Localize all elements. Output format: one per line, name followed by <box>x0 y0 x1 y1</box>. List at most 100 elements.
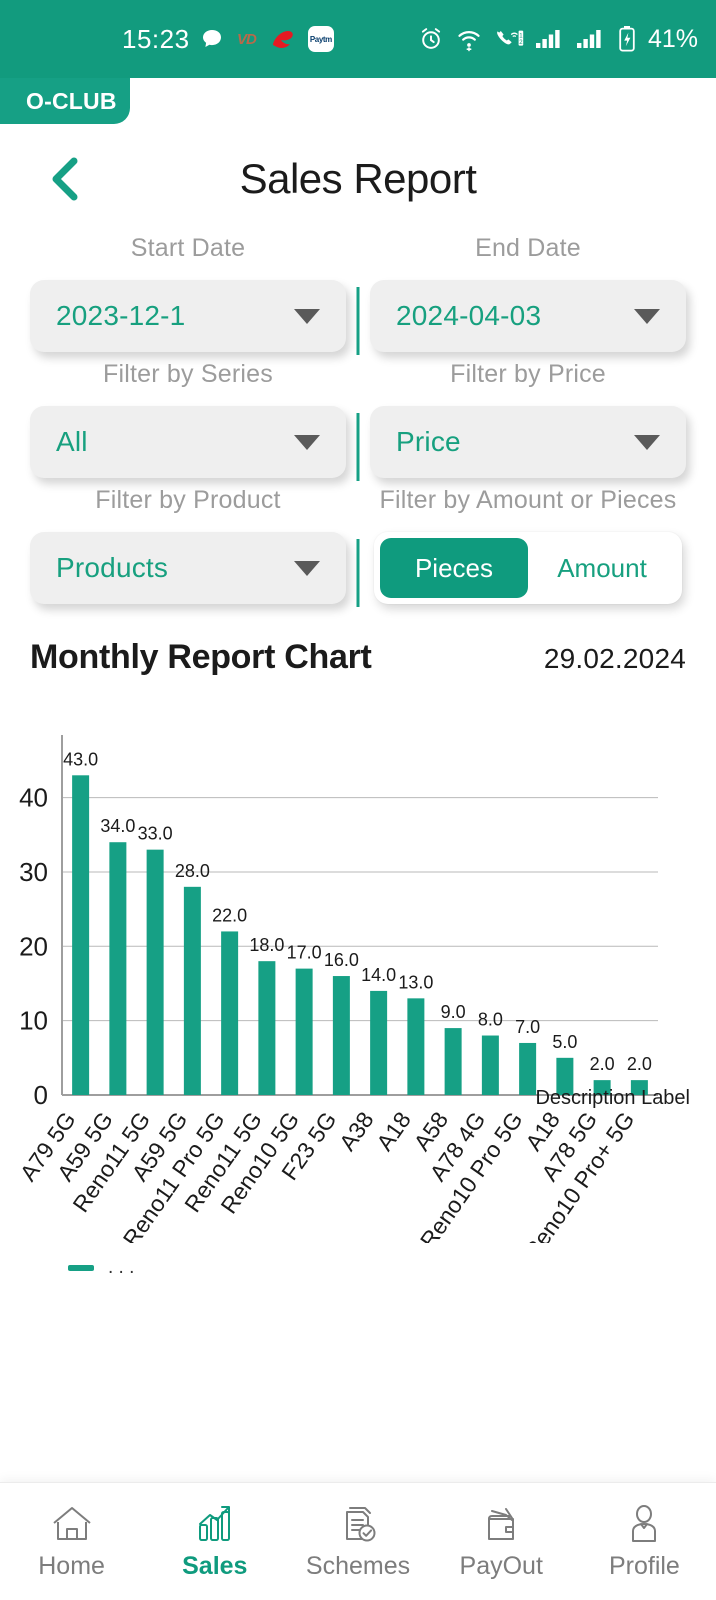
chat-bubble-icon <box>200 27 224 51</box>
svg-text:34.0: 34.0 <box>100 816 135 836</box>
svg-text:2.0: 2.0 <box>590 1054 615 1074</box>
status-bar-clock: 15:23 <box>122 23 190 54</box>
bottom-navigation: Home Sales Schemes PayOut Profile <box>0 1482 716 1600</box>
chevron-left-icon <box>44 151 88 207</box>
svg-text:17.0: 17.0 <box>287 943 322 963</box>
filter-row-product-toggle: Filter by Product Products Filter by Amo… <box>18 486 698 607</box>
back-button[interactable] <box>42 151 90 207</box>
home-icon <box>50 1503 94 1545</box>
chart-title: Monthly Report Chart <box>30 638 372 676</box>
tab-oclub[interactable]: O-CLUB <box>0 78 130 124</box>
battery-percentage: 41% <box>647 24 698 53</box>
start-date-value: 2023-12-1 <box>56 300 186 331</box>
page-title: Sales Report <box>239 155 477 202</box>
svg-text:13.0: 13.0 <box>398 972 433 992</box>
status-bar: 15:23 VD Paytm 1 2 41% <box>0 0 716 78</box>
signal-sim1-icon <box>535 27 565 51</box>
filter-end-date: End Date 2024-04-03 <box>358 234 698 352</box>
filter-price: Filter by Price Price <box>358 360 698 478</box>
legend-label: . . . <box>108 1259 135 1277</box>
filter-product: Filter by Product Products <box>18 486 358 604</box>
alarm-icon <box>418 26 444 52</box>
svg-text:20: 20 <box>19 931 48 961</box>
svg-text:43.0: 43.0 <box>63 749 98 769</box>
svg-text:22.0: 22.0 <box>212 905 247 925</box>
series-value: All <box>56 426 88 457</box>
amount-or-pieces-label: Filter by Amount or Pieces <box>379 486 677 514</box>
legend-swatch <box>68 1265 94 1271</box>
svg-text:7.0: 7.0 <box>515 1017 540 1037</box>
chart-heading-row: Monthly Report Chart 29.02.2024 <box>0 612 716 677</box>
nav-label-home: Home <box>38 1551 105 1580</box>
svg-text:2.0: 2.0 <box>627 1054 652 1074</box>
end-date-dropdown[interactable]: 2024-04-03 <box>370 280 686 352</box>
wifi-icon <box>455 26 483 52</box>
filter-amount-or-pieces: Filter by Amount or Pieces Pieces Amount <box>358 486 698 604</box>
nav-item-home[interactable]: Home <box>0 1503 143 1581</box>
vd-app-icon: VD <box>237 30 257 48</box>
price-dropdown[interactable]: Price <box>370 406 686 478</box>
amount-pieces-toggle: Pieces Amount <box>374 532 682 604</box>
document-check-icon <box>336 1503 380 1545</box>
filter-row-series-price: Filter by Series All Filter by Price Pri… <box>18 360 698 481</box>
nav-label-sales: Sales <box>182 1551 248 1580</box>
svg-text:40: 40 <box>19 783 48 813</box>
product-value: Products <box>56 552 169 583</box>
end-date-label: End Date <box>475 234 581 262</box>
chart-legend: . . . <box>68 1259 134 1277</box>
price-value: Price <box>396 426 461 457</box>
filter-series: Filter by Series All <box>18 360 358 478</box>
status-bar-system-icons: 1 2 41% <box>418 25 698 54</box>
nav-label-schemes: Schemes <box>305 1551 411 1580</box>
airtel-icon <box>269 27 295 51</box>
bar-chart-up-icon <box>193 1503 237 1545</box>
series-dropdown[interactable]: All <box>30 406 346 478</box>
chevron-down-icon <box>634 434 660 450</box>
product-dropdown[interactable]: Products <box>30 532 346 604</box>
chart-annotation: Description Label <box>535 1087 690 1109</box>
paytm-icon: Paytm <box>307 26 334 52</box>
product-label: Filter by Product <box>95 486 281 514</box>
chevron-down-icon <box>634 308 660 324</box>
chevron-down-icon <box>294 560 320 576</box>
battery-charging-icon <box>617 25 637 53</box>
price-label: Filter by Price <box>450 360 606 388</box>
svg-text:8.0: 8.0 <box>478 1010 503 1030</box>
series-label: Filter by Series <box>103 360 273 388</box>
person-icon <box>622 1503 666 1545</box>
svg-text:A18: A18 <box>371 1107 416 1155</box>
vowifi-call-icon: 1 2 <box>494 26 524 52</box>
nav-item-payout[interactable]: PayOut <box>430 1503 573 1581</box>
toggle-option-amount[interactable]: Amount <box>528 538 676 598</box>
svg-text:30: 30 <box>19 857 48 887</box>
nav-item-profile[interactable]: Profile <box>573 1503 716 1581</box>
svg-text:16.0: 16.0 <box>324 950 359 970</box>
page-header: Sales Report <box>0 124 716 234</box>
svg-text:5.0: 5.0 <box>552 1032 577 1052</box>
svg-text:0: 0 <box>34 1080 48 1110</box>
nav-label-profile: Profile <box>608 1551 680 1580</box>
svg-text:10: 10 <box>19 1006 48 1036</box>
wallet-icon <box>479 1503 523 1545</box>
toggle-option-pieces[interactable]: Pieces <box>380 538 528 598</box>
sales-bar-chart[interactable]: 0 10 20 30 40 43.0 A79 5G 34.0 A59 5G 33.0 Reno11 … <box>0 723 716 1283</box>
chevron-down-icon <box>294 434 320 450</box>
chevron-down-icon <box>294 308 320 324</box>
row-divider <box>356 287 360 355</box>
nav-label-payout: PayOut <box>459 1551 543 1580</box>
filter-row-dates: Start Date 2023-12-1 End Date 2024-04-03 <box>18 234 698 355</box>
nav-item-sales[interactable]: Sales <box>143 1503 286 1581</box>
svg-text:A38: A38 <box>334 1107 379 1155</box>
start-date-dropdown[interactable]: 2023-12-1 <box>30 280 346 352</box>
end-date-value: 2024-04-03 <box>396 300 542 331</box>
row-divider <box>356 539 360 607</box>
nav-item-schemes[interactable]: Schemes <box>286 1503 429 1581</box>
filters-section: Start Date 2023-12-1 End Date 2024-04-03… <box>0 234 716 607</box>
filter-start-date: Start Date 2023-12-1 <box>18 234 358 352</box>
svg-text:28.0: 28.0 <box>175 861 210 881</box>
svg-text:18.0: 18.0 <box>249 935 284 955</box>
app-tab-strip: O-CLUB <box>0 78 716 124</box>
svg-text:33.0: 33.0 <box>138 824 173 844</box>
start-date-label: Start Date <box>130 234 246 262</box>
chart-canvas: 01020304043.0A79 5G34.0A59 5G33.0Reno11 … <box>15 735 658 1243</box>
